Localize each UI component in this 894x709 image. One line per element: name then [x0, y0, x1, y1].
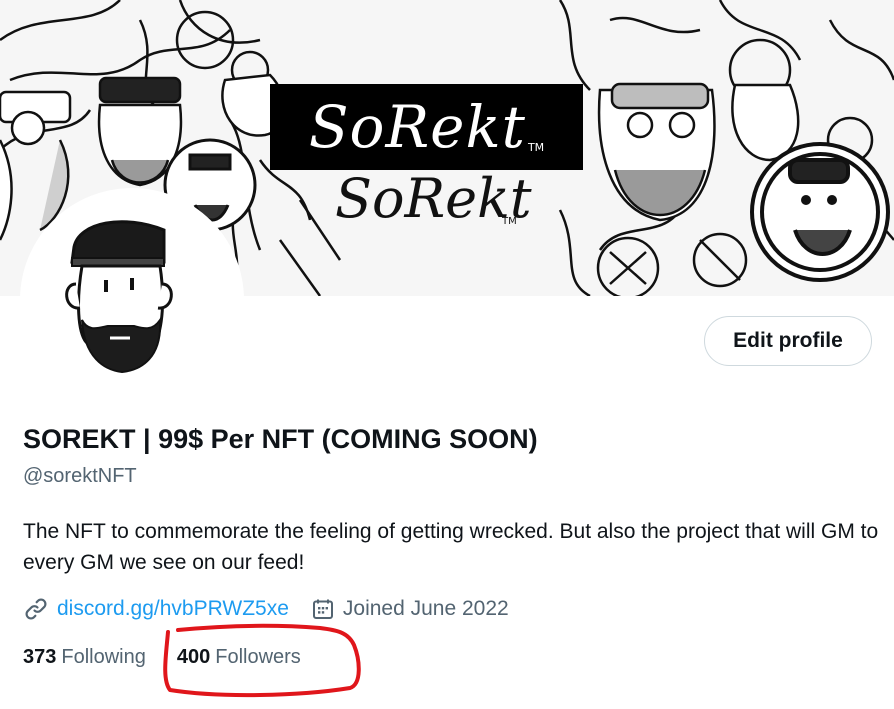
calendar-icon — [311, 597, 335, 621]
following-link[interactable]: 373 Following — [23, 646, 146, 669]
banner-logo-tm: TM — [527, 141, 545, 154]
follow-stats: 373 Following 400 Followers — [23, 643, 301, 671]
edit-profile-button[interactable]: Edit profile — [704, 316, 872, 366]
banner-logo-text: SoRekt — [308, 93, 526, 161]
website-item: discord.gg/hvbPRWZ5xe — [23, 596, 289, 622]
followers-count: 400 — [176, 645, 211, 668]
joined-item: Joined June 2022 — [311, 597, 509, 621]
profile-meta: discord.gg/hvbPRWZ5xe Joined June 2022 — [23, 594, 509, 624]
banner-sub-logo-tm: TM — [502, 216, 517, 227]
following-count: 373 — [23, 645, 57, 668]
avatar-image — [24, 192, 240, 408]
profile-page: SoRekt TM SoRekt TM Edit profile SOREKT … — [0, 0, 894, 709]
website-link[interactable]: discord.gg/hvbPRWZ5xe — [57, 597, 289, 621]
profile-bio: The NFT to commemorate the feeling of ge… — [23, 520, 879, 574]
link-icon — [23, 596, 49, 622]
following-label: Following — [61, 645, 146, 668]
banner-logo: SoRekt TM — [270, 84, 583, 170]
user-handle: @sorektNFT — [23, 465, 137, 487]
display-name: SOREKT | 99$ Per NFT (COMING SOON) — [23, 424, 538, 454]
followers-link[interactable]: 400 Followers — [177, 646, 301, 669]
avatar[interactable] — [20, 188, 244, 412]
joined-date: Joined June 2022 — [342, 597, 509, 620]
followers-label: Followers — [215, 645, 301, 668]
